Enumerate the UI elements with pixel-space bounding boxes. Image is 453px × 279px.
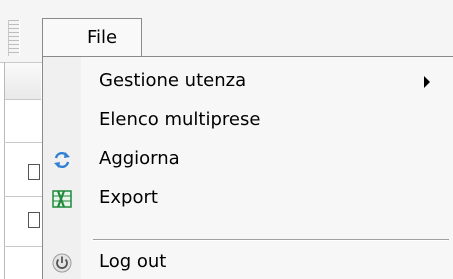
file-menu-button[interactable]: File <box>42 18 142 56</box>
background-row-checkbox[interactable] <box>28 164 40 180</box>
background-grid-header <box>5 63 41 100</box>
file-menu-label: File <box>87 27 118 48</box>
refresh-icon <box>52 150 72 170</box>
file-dropdown-menu: Gestione utenza Elenco multiprese Aggior… <box>42 56 453 279</box>
menu-bar: File <box>0 0 453 62</box>
menu-separator <box>93 239 449 241</box>
menu-item-log-out[interactable]: Log out <box>43 245 453 279</box>
background-row-divider <box>4 196 44 197</box>
background-row-divider <box>4 142 44 143</box>
menu-item-label: Aggiorna <box>99 148 180 169</box>
menu-item-label: Elenco multiprese <box>99 109 261 130</box>
application-window: File Gestione utenza Elenco multiprese A… <box>0 0 453 279</box>
menu-item-aggiorna[interactable]: Aggiorna <box>43 142 453 178</box>
menu-item-elenco-multiprese[interactable]: Elenco multiprese <box>43 103 453 139</box>
menu-item-export[interactable]: Export <box>43 181 453 217</box>
menu-item-label: Export <box>99 187 158 208</box>
menu-item-gestione-utenza[interactable]: Gestione utenza <box>43 64 453 100</box>
power-icon <box>52 253 72 273</box>
background-row-checkbox[interactable] <box>28 212 40 228</box>
submenu-arrow-icon <box>424 76 430 88</box>
background-row-divider <box>4 246 44 247</box>
toolbar-grip-handle[interactable] <box>8 20 20 56</box>
menu-item-label: Gestione utenza <box>99 70 247 91</box>
excel-icon <box>52 189 72 209</box>
menu-item-label: Log out <box>99 251 167 272</box>
